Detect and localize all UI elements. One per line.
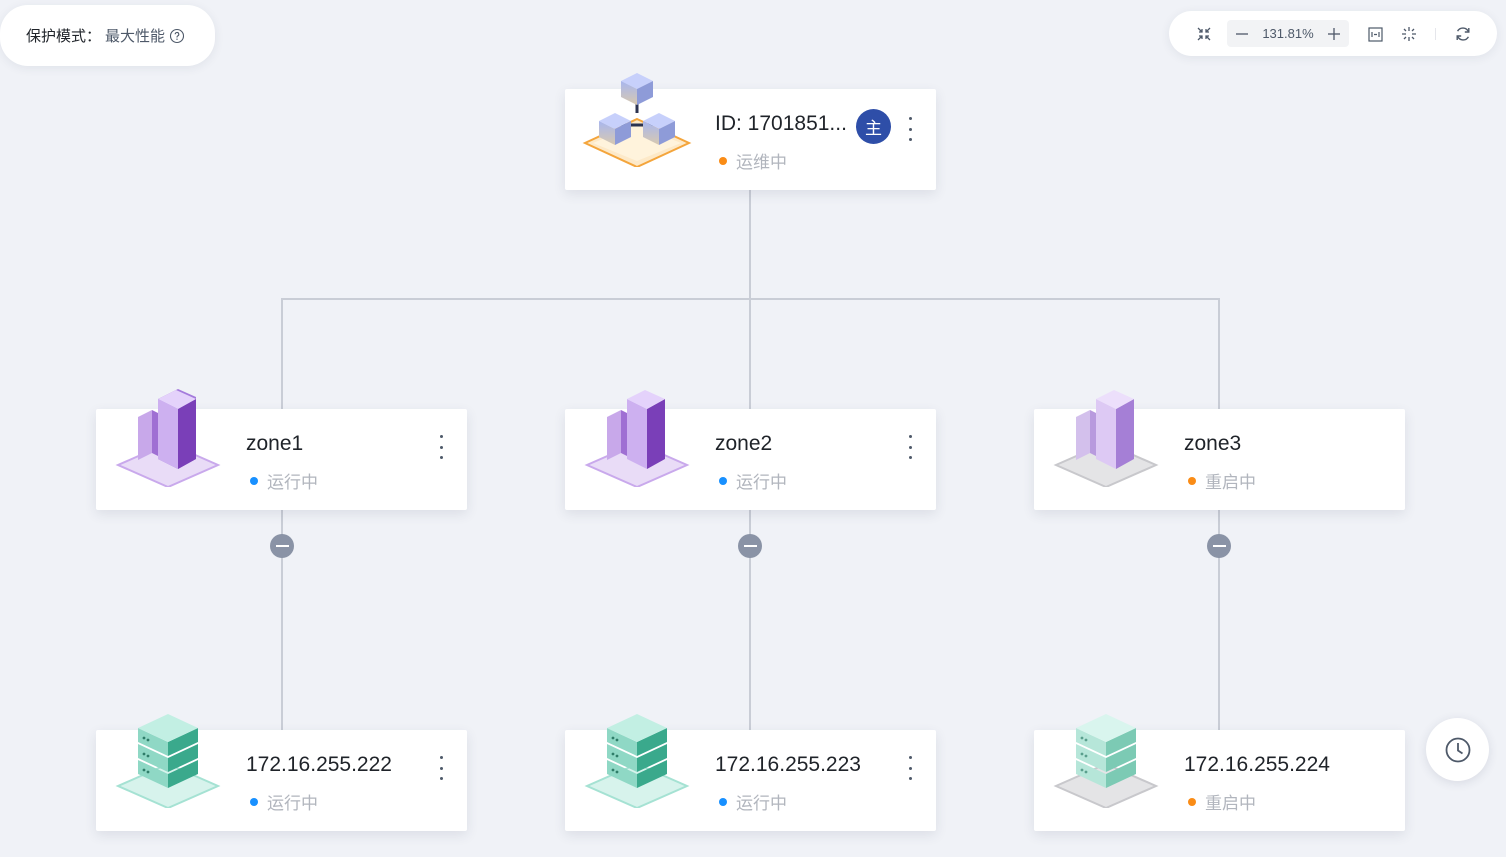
- status-dot: [719, 156, 727, 165]
- status-text: 运行中: [736, 473, 787, 492]
- fullscreen-icon[interactable]: [1193, 23, 1215, 45]
- server-status: 运行中: [250, 789, 318, 814]
- zone-node-zone3[interactable]: zone3 重启中: [1034, 390, 1405, 510]
- server-stack-icon: [581, 708, 693, 810]
- zoom-control: 131.81%: [1227, 20, 1349, 47]
- status-dot: [250, 476, 258, 485]
- status-text: 运行中: [736, 794, 787, 813]
- status-dot: [1188, 476, 1196, 485]
- zoom-in-icon[interactable]: [1327, 27, 1341, 41]
- cluster-status: 运维中: [719, 148, 787, 173]
- server-ip: 172.16.255.222: [246, 753, 392, 776]
- zone-status: 运行中: [719, 468, 787, 493]
- collapse-toggle-zone1[interactable]: [270, 534, 294, 558]
- more-menu-icon[interactable]: [906, 117, 914, 141]
- status-text: 运维中: [736, 153, 787, 172]
- zone-building-icon: [581, 387, 693, 489]
- server-status: 运行中: [719, 789, 787, 814]
- server-node-223[interactable]: 172.16.255.223 运行中: [565, 714, 936, 831]
- server-ip: 172.16.255.224: [1184, 753, 1330, 776]
- zone-name: zone1: [246, 432, 304, 455]
- status-text: 重启中: [1205, 794, 1256, 813]
- status-dot: [719, 476, 727, 485]
- server-node-224[interactable]: 172.16.255.224 重启中: [1034, 714, 1405, 831]
- zone-name: zone2: [715, 432, 773, 455]
- status-text: 运行中: [267, 794, 318, 813]
- zoom-out-icon[interactable]: [1235, 27, 1249, 41]
- cluster-cubes-icon: [581, 67, 693, 169]
- server-status: 重启中: [1188, 789, 1256, 814]
- center-icon[interactable]: [1398, 23, 1420, 45]
- protection-mode-label: 保护模式：: [26, 28, 102, 45]
- status-dot: [1188, 797, 1196, 806]
- status-dot: [250, 797, 258, 806]
- zone-node-zone1[interactable]: zone1 运行中: [96, 389, 467, 510]
- protection-mode-pill: 保护模式： 最大性能: [0, 5, 215, 66]
- more-menu-icon[interactable]: [906, 435, 914, 459]
- zone-building-icon: [112, 387, 224, 489]
- status-text: 运行中: [267, 473, 318, 492]
- more-menu-icon[interactable]: [906, 756, 914, 780]
- server-ip: 172.16.255.223: [715, 753, 861, 776]
- status-dot: [719, 797, 727, 806]
- cluster-id: ID: 1701851...: [715, 112, 847, 135]
- zone-status: 运行中: [250, 468, 318, 493]
- zone-status: 重启中: [1188, 468, 1256, 493]
- fit-view-icon[interactable]: [1364, 23, 1386, 45]
- refresh-icon[interactable]: [1452, 23, 1474, 45]
- protection-mode-value: 最大性能: [105, 28, 166, 45]
- server-stack-icon: [112, 708, 224, 810]
- server-stack-icon: [1050, 708, 1162, 810]
- zone-node-zone2[interactable]: zone2 运行中: [565, 390, 936, 510]
- zone-name: zone3: [1184, 432, 1242, 455]
- more-menu-icon[interactable]: [437, 756, 445, 780]
- zoom-level: 131.81%: [1262, 26, 1314, 41]
- zone-building-icon: [1050, 387, 1162, 489]
- cluster-node[interactable]: ID: 1701851... 主 运维中: [565, 73, 936, 190]
- toolbar-divider: [1435, 28, 1436, 40]
- status-text: 重启中: [1205, 473, 1256, 492]
- collapse-toggle-zone3[interactable]: [1207, 534, 1231, 558]
- primary-badge: 主: [856, 109, 891, 144]
- server-node-222[interactable]: 172.16.255.222 运行中: [96, 714, 467, 831]
- more-menu-icon[interactable]: [437, 435, 445, 459]
- clock-icon[interactable]: [1426, 718, 1489, 781]
- question-circle-icon[interactable]: [169, 28, 185, 44]
- canvas-toolbar: 131.81%: [1169, 11, 1497, 56]
- collapse-toggle-zone2[interactable]: [738, 534, 762, 558]
